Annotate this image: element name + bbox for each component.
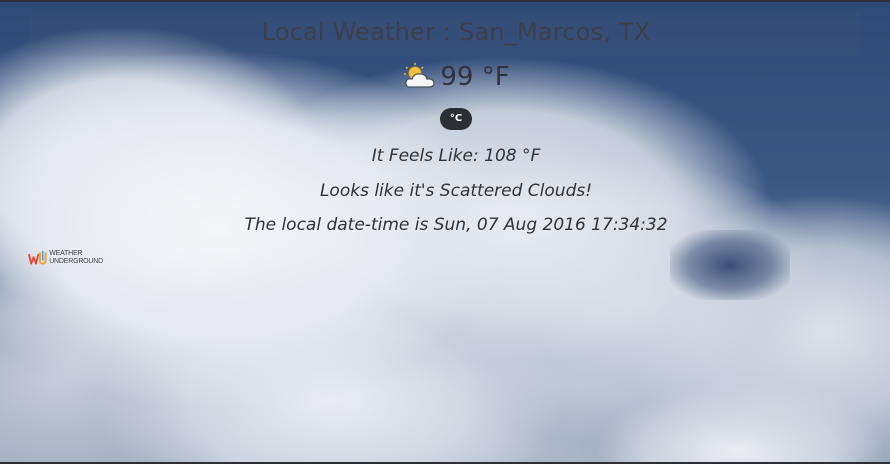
window-top-border	[0, 0, 890, 2]
logo-line-1: WEATHER	[49, 250, 83, 257]
weather-underground-logo[interactable]: WEATHER UNDERGROUND	[28, 245, 103, 271]
condition-text: Looks like it's Scattered Clouds!	[319, 181, 593, 201]
local-datetime-text: The local date-time is Sun, 07 Aug 2016 …	[244, 215, 668, 235]
sky-patch	[670, 230, 790, 300]
weather-underground-icon	[28, 250, 47, 265]
logo-line-2: UNDERGROUND	[49, 258, 103, 265]
page-title: Local Weather : San_Marcos, TX	[261, 18, 651, 46]
logo-wordmark: WEATHER UNDERGROUND	[49, 250, 103, 266]
unit-toggle-button[interactable]: °C	[440, 108, 472, 130]
temperature-value: 99 °F	[440, 62, 510, 92]
partly-cloudy-icon	[402, 63, 438, 91]
temperature-row: 99 °F	[0, 62, 890, 92]
feels-like-text: It Feels Like: 108 °F	[371, 146, 541, 166]
